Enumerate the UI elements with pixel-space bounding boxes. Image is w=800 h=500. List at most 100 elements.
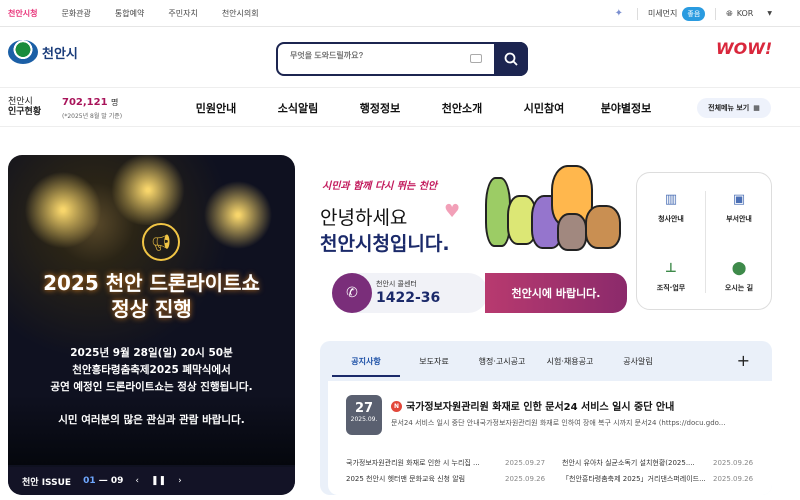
population-label-line2: 인구현황 xyxy=(8,107,42,117)
search-box xyxy=(276,42,528,76)
main-navigation: 천안시 인구현황 702,121 명 (*2025년 8월 말 기준) 민원안내… xyxy=(0,87,800,127)
banner-title: 2025 천안 드론라이트쇼 정상 진행 xyxy=(8,270,295,322)
all-menu-button[interactable]: 전체메뉴 보기 ▦ xyxy=(697,98,771,118)
population-unit: 명 xyxy=(111,98,119,107)
new-badge: N xyxy=(391,401,402,412)
population-value: 702,121 명 xyxy=(62,97,118,108)
featured-date: 27 2025.09. xyxy=(346,395,382,435)
wish-button[interactable]: 천안시에 바랍니다. xyxy=(485,273,627,313)
all-menu-label: 전체메뉴 보기 xyxy=(708,104,750,112)
featured-summary[interactable]: 문서24 서비스 일시 중단 안내국가정보자원관리원 화재로 인하여 장애 복구… xyxy=(391,418,751,428)
list-item-date: 2025.09.27 xyxy=(505,459,546,467)
quick-link-label: 오시는 길 xyxy=(724,283,754,292)
banner-body-line2: 천안흥타령춤축제2025 폐막식에서 xyxy=(72,364,231,376)
banner-body-line3: 공연 예정인 드론라이트쇼는 정상 진행됩니다. xyxy=(50,381,253,393)
next-icon[interactable]: › xyxy=(178,476,182,486)
language-label: KOR xyxy=(736,9,754,18)
brand-slogan-logo[interactable]: WOW! xyxy=(716,39,772,73)
site-link-community[interactable]: 주민자치 xyxy=(168,8,197,19)
site-links: 천안시청 문화관광 통합예약 주민자치 천안시의회 xyxy=(8,0,259,27)
more-button[interactable]: + xyxy=(737,351,750,370)
site-link-cityhall[interactable]: 천안시청 xyxy=(8,8,37,19)
list-item-date: 2025.09.26 xyxy=(713,459,754,467)
firework-decoration xyxy=(18,165,108,255)
featured-day: 27 xyxy=(354,401,374,416)
main-banner[interactable]: 📢︎ 2025 천안 드론라이트쇼 정상 진행 2025년 9월 28일(일) … xyxy=(8,155,295,495)
nav-item-news[interactable]: 소식알림 xyxy=(257,100,339,116)
site-link-council[interactable]: 천안시의회 xyxy=(222,8,259,19)
megaphone-icon: 📢︎ xyxy=(142,223,180,261)
quick-link-label: 조직·업무 xyxy=(656,283,686,292)
quick-link-label: 부서안내 xyxy=(726,214,752,223)
news-list-card: 27 2025.09. N 국가정보자원관리원 화재로 인한 문서24 서비스 … xyxy=(328,381,772,495)
brand-slogan-text: WOW! xyxy=(716,39,773,58)
sparkle-icon[interactable]: ✦ xyxy=(615,8,623,19)
call-center[interactable]: ✆ 천안시 콜센터 1422-36 xyxy=(332,273,488,313)
pause-icon[interactable]: ❚❚ xyxy=(151,476,166,486)
nav-item-about[interactable]: 천안소개 xyxy=(421,100,503,116)
heart-icon: ♥ xyxy=(444,201,461,222)
greeting-line2: 천안시청입니다. xyxy=(320,233,450,255)
city-slogan: 시민과 함께 다시 뛰는 천안 xyxy=(322,181,438,192)
population-label: 천안시 인구현황 xyxy=(8,97,41,117)
language-selector[interactable]: 🌐︎ KOR ▼ xyxy=(716,9,772,19)
tab-construction[interactable]: 공사알림 xyxy=(604,356,672,367)
call-center-number: 1422-36 xyxy=(376,290,441,306)
list-item-date: 2025.09.26 xyxy=(505,475,546,483)
mascot-illustration xyxy=(485,165,635,255)
quick-link-building[interactable]: ▥ 청사안내 xyxy=(637,173,705,242)
list-item[interactable]: 2025 천안시 헷터맨 문화교육 신청 알림 xyxy=(346,474,506,484)
population-number: 702,121 xyxy=(62,97,108,108)
news-board: 공지사항 보도자료 행정·고시공고 시험·채용공고 공사알림 + 27 2025… xyxy=(320,341,772,495)
city-emblem-icon xyxy=(8,40,38,64)
population-label-line1: 천안시 xyxy=(8,97,33,107)
tab-announcement[interactable]: 행정·고시공고 xyxy=(468,356,536,367)
fine-dust-status[interactable]: 미세먼지 좋음 xyxy=(636,6,717,21)
phone-icon: ✆ xyxy=(332,273,372,313)
banner-page-total: 09 xyxy=(110,476,124,486)
keyboard-icon[interactable] xyxy=(470,54,482,63)
population-date: (*2025년 8월 말 기준) xyxy=(62,113,123,120)
banner-pagination: 01 — 09 xyxy=(83,476,124,486)
nav-item-participation[interactable]: 시민참여 xyxy=(503,100,585,116)
banner-page-current: 01 xyxy=(83,476,96,486)
gnb-menu: 민원안내 소식알림 행정정보 천안소개 시민참여 분야별정보 xyxy=(175,88,667,128)
desk-icon: ▣ xyxy=(732,192,746,207)
site-link-reservation[interactable]: 통합예약 xyxy=(115,8,144,19)
top-right-tools: ✦ 미세먼지 좋음 🌐︎ KOR ▼ xyxy=(615,0,772,27)
site-header: 천안시 WOW! xyxy=(0,27,800,87)
list-item-date: 2025.09.26 xyxy=(713,475,754,483)
quick-link-directions[interactable]: ⬤ 오시는 길 xyxy=(705,242,773,311)
list-item[interactable]: 「천안흥타령춤축제 2025」거리댄스퍼레이드... xyxy=(562,474,712,484)
search-button[interactable] xyxy=(494,42,528,76)
grid-icon: ▦ xyxy=(753,104,760,112)
building-icon: ▥ xyxy=(664,192,678,207)
list-item[interactable]: 국가정보자원관리원 화재로 인한 시 누리집 ... xyxy=(346,458,506,468)
quick-links: ▥ 청사안내 ▣ 부서안내 ⊥ 조직·업무 ⬤ 오시는 길 xyxy=(636,172,772,310)
site-link-culture[interactable]: 문화관광 xyxy=(61,8,90,19)
prev-icon[interactable]: ‹ xyxy=(135,476,139,486)
nav-item-fields[interactable]: 분야별정보 xyxy=(585,100,667,116)
firework-decoration xyxy=(198,175,278,255)
nav-item-admin[interactable]: 행정정보 xyxy=(339,100,421,116)
mascot-character xyxy=(557,213,587,251)
greeting-line1: 안녕하세요 xyxy=(320,207,408,229)
nav-item-civil[interactable]: 민원안내 xyxy=(175,100,257,116)
search-input[interactable] xyxy=(290,51,470,60)
greeting-section: 시민과 함께 다시 뛰는 천안 안녕하세요 ♥ 천안시청입니다. ✆ 천안시 콜… xyxy=(320,165,630,315)
tab-press[interactable]: 보도자료 xyxy=(400,356,468,367)
city-logo[interactable]: 천안시 xyxy=(8,40,78,64)
call-center-label: 천안시 콜센터 xyxy=(376,280,417,288)
quick-link-label: 청사안내 xyxy=(658,214,684,223)
search-icon xyxy=(504,52,518,66)
fine-dust-label: 미세먼지 xyxy=(647,9,678,18)
list-item[interactable]: 천안시 유아차 실균소독기 설치현황(2025.... xyxy=(562,458,712,468)
top-utility-bar: 천안시청 문화관광 통합예약 주민자치 천안시의회 ✦ 미세먼지 좋음 🌐︎ K… xyxy=(0,0,800,27)
tab-notice[interactable]: 공지사항 xyxy=(332,356,400,377)
quick-link-department[interactable]: ▣ 부서안내 xyxy=(705,173,773,242)
featured-title[interactable]: 국가정보자원관리원 화재로 인한 문서24 서비스 일시 중단 안내 xyxy=(406,398,674,413)
news-tabs: 공지사항 보도자료 행정·고시공고 시험·채용공고 공사알림 xyxy=(320,341,772,381)
tab-recruitment[interactable]: 시험·채용공고 xyxy=(536,356,604,367)
quick-link-organization[interactable]: ⊥ 조직·업무 xyxy=(637,242,705,311)
banner-issue-label: 천안 ISSUE xyxy=(22,477,72,488)
